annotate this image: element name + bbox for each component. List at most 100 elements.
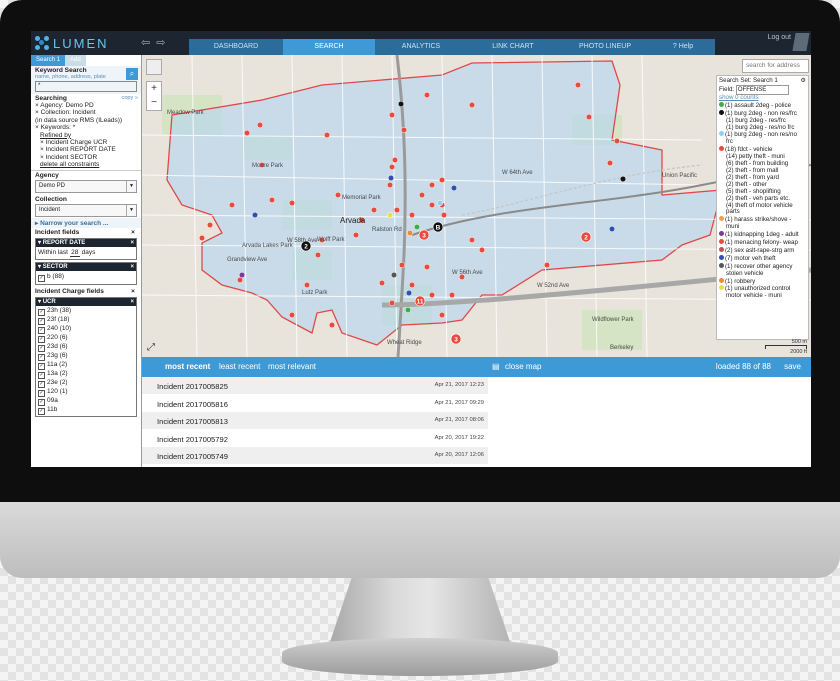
incident-marker[interactable]: [450, 184, 458, 192]
incident-marker[interactable]: [423, 91, 431, 99]
show-counts-link[interactable]: show 0 counts: [719, 94, 806, 102]
sector-header[interactable]: ▾ SECTOR ×: [36, 262, 136, 271]
report-date-days-input[interactable]: 28: [69, 249, 80, 257]
incident-marker[interactable]: [468, 236, 476, 244]
incident-marker[interactable]: [398, 261, 406, 269]
fullscreen-icon[interactable]: ⤢: [147, 342, 155, 353]
tab-search-1[interactable]: Search 1: [31, 55, 66, 66]
incident-marker[interactable]: [303, 281, 311, 289]
result-row[interactable]: Incident 2017005816 Apr 21, 2017 09:29: [142, 395, 488, 412]
sector-option[interactable]: ✓ b (88): [36, 271, 136, 284]
refinement-report-date[interactable]: × Incident REPORT DATE: [35, 146, 137, 153]
zoom-out-button[interactable]: −: [147, 96, 161, 110]
incident-marker[interactable]: [386, 181, 394, 189]
report-date-header[interactable]: ▾ REPORT DATE ×: [36, 238, 136, 247]
incident-marker[interactable]: [436, 199, 444, 207]
ucr-option[interactable]: ✓ 23e (2): [38, 379, 134, 388]
incident-marker[interactable]: [619, 175, 627, 183]
incident-marker[interactable]: [428, 291, 436, 299]
close-icon[interactable]: ×: [130, 263, 134, 271]
close-icon[interactable]: ×: [130, 239, 134, 247]
incident-marker[interactable]: [468, 101, 476, 109]
incident-marker[interactable]: [328, 321, 336, 329]
tab-search[interactable]: SEARCH: [283, 39, 375, 55]
incident-marker[interactable]: [206, 221, 214, 229]
save-button[interactable]: save: [784, 357, 801, 377]
incident-marker[interactable]: [388, 111, 396, 119]
ucr-option[interactable]: ✓ 220 (6): [38, 334, 134, 343]
ucr-option[interactable]: ✓ 240 (10): [38, 325, 134, 334]
refinement-sector[interactable]: × Incident SECTOR: [35, 154, 137, 161]
narrow-search-link[interactable]: ▸ Narrow your search ...: [31, 217, 141, 228]
incident-marker[interactable]: [352, 231, 360, 239]
incident-marker[interactable]: [608, 225, 616, 233]
incident-marker[interactable]: [438, 176, 446, 184]
copy-link[interactable]: copy »: [122, 95, 138, 101]
incident-marker[interactable]: [388, 299, 396, 307]
incident-marker[interactable]: [400, 126, 408, 134]
sort-least-recent[interactable]: least recent: [219, 357, 260, 377]
ucr-option[interactable]: ✓ 23d (6): [38, 343, 134, 352]
incident-marker[interactable]: [288, 199, 296, 207]
ucr-option[interactable]: ✓ 11b: [38, 406, 134, 415]
incident-marker[interactable]: [387, 174, 395, 182]
collapse-icon[interactable]: ▤: [492, 357, 500, 377]
history-arrows[interactable]: ⇦⇨: [141, 36, 171, 49]
zoom-in-button[interactable]: +: [147, 82, 161, 96]
incident-marker[interactable]: [408, 211, 416, 219]
delete-all-constraints-link[interactable]: delete all constraints: [35, 161, 137, 168]
map-address-search-input[interactable]: search for address: [742, 59, 809, 73]
incident-marker[interactable]: [405, 289, 413, 297]
close-icon[interactable]: ×: [131, 288, 135, 295]
result-row[interactable]: Incident 2017005825 Apr 21, 2017 12:23: [142, 377, 488, 394]
tab-photo-lineup[interactable]: PHOTO LINEUP: [559, 39, 651, 55]
incident-marker[interactable]: [478, 246, 486, 254]
incident-marker[interactable]: [256, 121, 264, 129]
ucr-option[interactable]: ✓ 09a: [38, 397, 134, 406]
map-view[interactable]: 2 B 3 2 11 3 + − Arvada Ralston Rd W 58th Ave…: [142, 55, 811, 357]
incident-marker[interactable]: [391, 156, 399, 164]
incident-marker[interactable]: [408, 281, 416, 289]
incident-marker[interactable]: [574, 81, 582, 89]
incident-marker[interactable]: [423, 263, 431, 271]
user-menu-icon[interactable]: [792, 33, 810, 51]
gear-icon[interactable]: ⚙: [800, 77, 806, 85]
tab-analytics[interactable]: ANALYTICS: [375, 39, 467, 55]
incident-marker[interactable]: [393, 206, 401, 214]
incident-marker[interactable]: [386, 211, 394, 219]
incident-marker[interactable]: [251, 211, 259, 219]
incident-marker[interactable]: [585, 113, 593, 121]
incident-marker[interactable]: [418, 191, 426, 199]
tab-dashboard[interactable]: DASHBOARD: [189, 39, 283, 55]
logout-link[interactable]: Log out: [768, 34, 791, 41]
map-canvas[interactable]: 2 B 3 2 11 3: [142, 55, 811, 357]
incident-marker[interactable]: [378, 279, 386, 287]
incident-marker[interactable]: [438, 311, 446, 319]
tab-help[interactable]: ? Help: [651, 39, 715, 55]
back-arrow-icon[interactable]: ⇦: [141, 37, 156, 49]
incident-marker[interactable]: [314, 251, 322, 259]
close-icon[interactable]: ×: [131, 229, 135, 236]
incident-marker[interactable]: [413, 223, 421, 231]
incident-marker[interactable]: [440, 211, 448, 219]
layers-icon[interactable]: [146, 59, 162, 75]
agency-select[interactable]: Demo PD ▼: [35, 179, 137, 193]
incident-marker[interactable]: [397, 100, 405, 108]
constraint-agency[interactable]: × Agency: Demo PD: [35, 102, 137, 109]
incident-marker[interactable]: [238, 271, 246, 279]
incident-marker[interactable]: [613, 137, 621, 145]
incident-marker[interactable]: [198, 234, 206, 242]
keyword-search-input[interactable]: *: [35, 81, 137, 92]
incident-marker[interactable]: [243, 129, 251, 137]
app-logo[interactable]: LUMEN: [35, 35, 109, 51]
constraint-collection[interactable]: × Collection: Incident: [35, 109, 137, 116]
incident-marker[interactable]: [388, 163, 396, 171]
incident-marker[interactable]: [390, 271, 398, 279]
ucr-option[interactable]: ✓ 13a (2): [38, 370, 134, 379]
result-row[interactable]: Incident 2017005813 Apr 21, 2017 08:06: [142, 412, 488, 429]
close-icon[interactable]: ×: [130, 298, 134, 306]
ucr-option[interactable]: ✓ 23h (38): [38, 307, 134, 316]
tab-add[interactable]: Add: [65, 55, 86, 66]
search-icon[interactable]: ⌕: [126, 68, 138, 80]
incident-marker[interactable]: [288, 311, 296, 319]
